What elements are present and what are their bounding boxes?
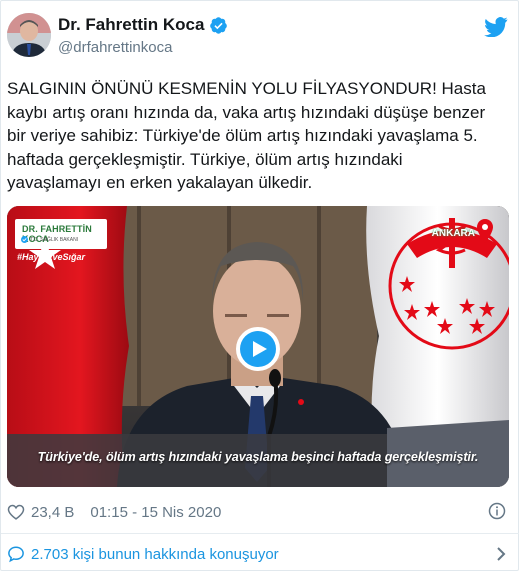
tweet-timestamp[interactable]: 01:15 - 15 Nis 2020 [90, 504, 221, 521]
play-button[interactable] [236, 327, 280, 371]
info-icon[interactable] [488, 502, 506, 520]
conversation-link[interactable]: 2.703 kişi bunun hakkında konuşuyor [1, 534, 519, 571]
tweet-header: Dr. Fahrettin Koca @drfahrettinkoca [1, 1, 519, 67]
verified-badge-icon [210, 16, 228, 34]
speech-bubble-icon [8, 546, 24, 563]
play-button-circle [240, 331, 276, 367]
badge-check-icon [21, 236, 28, 243]
location-label: ANKARA [431, 228, 475, 239]
author-name-row: Dr. Fahrettin Koca [58, 15, 228, 35]
location-pin-icon [477, 219, 493, 243]
video-hashtag: #HayatEveSığar [17, 252, 86, 262]
twitter-bird-icon[interactable] [484, 17, 508, 37]
video-player[interactable]: DR. FAHRETTİN KOCA T.C. SAĞLIK BAKANI #H… [7, 206, 509, 487]
tweet-text: SALGININ ÖNÜNÜ KESMENİN YOLU FİLYASYONDU… [7, 79, 486, 192]
tweet-meta: 23,4 B 01:15 - 15 Nis 2020 [7, 501, 221, 523]
author-handle[interactable]: @drfahrettinkoca [58, 39, 172, 56]
tweet-card: Dr. Fahrettin Koca @drfahrettinkoca SALG… [0, 0, 519, 571]
avatar-image [7, 13, 51, 57]
like-count[interactable]: 23,4 B [31, 504, 74, 521]
chevron-right-icon [497, 547, 506, 561]
video-caption: Türkiye'de, ölüm artış hızındaki yavaşla… [37, 450, 479, 464]
heart-icon[interactable] [7, 503, 25, 521]
speaker-badge: DR. FAHRETTİN KOCA T.C. SAĞLIK BAKANI [15, 219, 107, 249]
avatar[interactable] [7, 13, 51, 57]
play-icon [253, 341, 267, 357]
badge-subtitle: T.C. SAĞLIK BAKANI [30, 237, 79, 243]
conversation-count[interactable]: 2.703 kişi bunun hakkında konuşuyor [31, 546, 279, 563]
author-name[interactable]: Dr. Fahrettin Koca [58, 15, 204, 35]
